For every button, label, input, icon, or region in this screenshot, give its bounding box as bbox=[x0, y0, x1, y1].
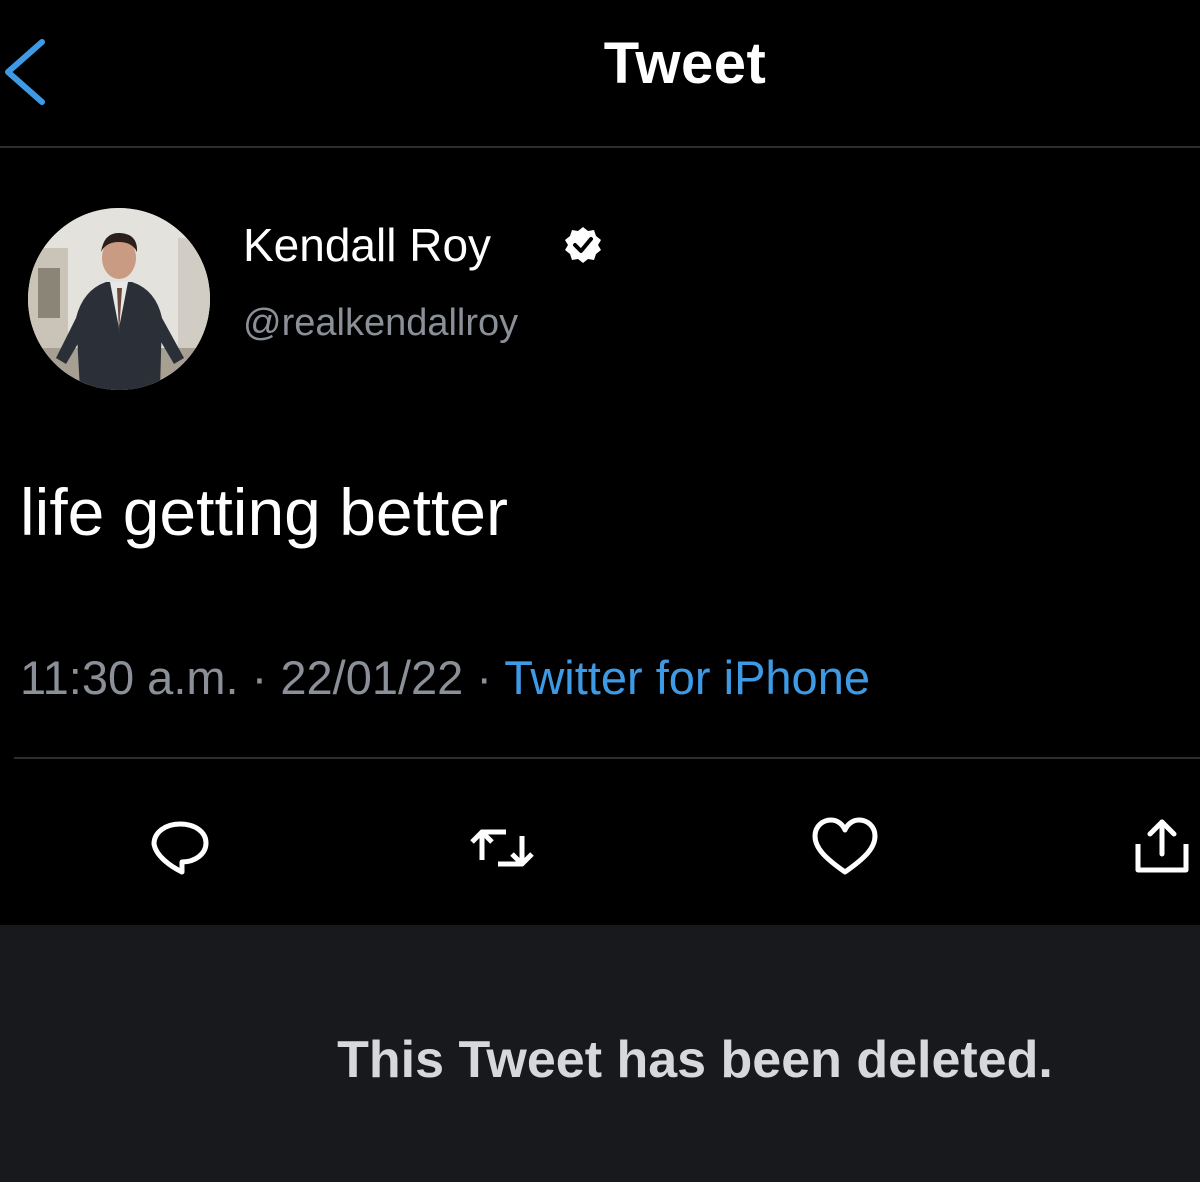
meta-separator: · bbox=[463, 651, 505, 704]
tweet-meta: 11:30 a.m. · 22/01/22 · Twitter for iPho… bbox=[20, 650, 870, 705]
tweet-source-link[interactable]: Twitter for iPhone bbox=[504, 651, 870, 704]
meta-separator: · bbox=[238, 651, 281, 704]
reply-icon bbox=[151, 821, 209, 875]
tweet-date: 22/01/22 bbox=[280, 651, 464, 704]
tweet-time: 11:30 a.m. bbox=[20, 651, 239, 704]
avatar-photo bbox=[28, 208, 210, 390]
page-title: Tweet bbox=[603, 31, 767, 96]
share-button[interactable] bbox=[1130, 808, 1200, 888]
share-icon bbox=[1135, 819, 1189, 873]
header-divider bbox=[0, 146, 1200, 148]
reply-button[interactable] bbox=[140, 808, 220, 888]
author-name[interactable]: Kendall Roy bbox=[243, 218, 491, 272]
tweet-text: life getting better bbox=[20, 475, 508, 549]
avatar[interactable] bbox=[28, 208, 210, 390]
deleted-notice-panel: This Tweet has been deleted. bbox=[0, 925, 1200, 1182]
top-navigation-bar: Tweet bbox=[0, 0, 1200, 146]
deleted-notice-text: This Tweet has been deleted. bbox=[337, 1031, 1053, 1089]
retweet-button[interactable] bbox=[462, 808, 542, 888]
verified-badge-icon bbox=[565, 227, 601, 263]
like-button[interactable] bbox=[805, 808, 885, 888]
like-icon bbox=[812, 817, 878, 875]
meta-divider bbox=[14, 757, 1200, 759]
author-handle[interactable]: @realkendallroy bbox=[243, 302, 518, 345]
retweet-icon bbox=[470, 829, 534, 867]
